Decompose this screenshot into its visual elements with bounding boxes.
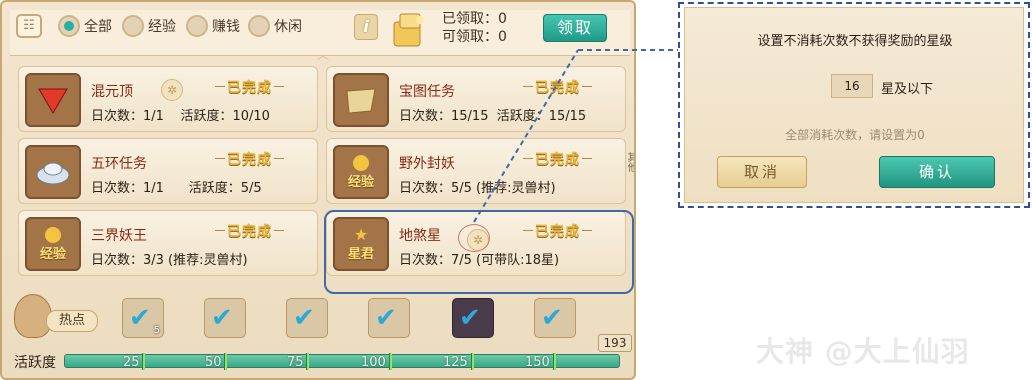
dialog-hint: 全部消耗次数，请设置为0 — [785, 128, 925, 142]
watermark: 大神 @大上仙羽 — [756, 335, 970, 368]
confirm-button[interactable]: 确认 — [879, 156, 995, 188]
star-level-unit: 星及以下 — [881, 82, 934, 97]
dialog-body: 设置不消耗次数不获得奖励的星级 16 星及以下 全部消耗次数，请设置为0 取消 … — [684, 7, 1024, 203]
cancel-button[interactable]: 取消 — [717, 156, 807, 188]
star-setting-dialog: 设置不消耗次数不获得奖励的星级 16 星及以下 全部消耗次数，请设置为0 取消 … — [678, 2, 1030, 208]
star-level-input[interactable]: 16 — [831, 74, 873, 98]
dialog-title: 设置不消耗次数不获得奖励的星级 — [757, 34, 953, 49]
